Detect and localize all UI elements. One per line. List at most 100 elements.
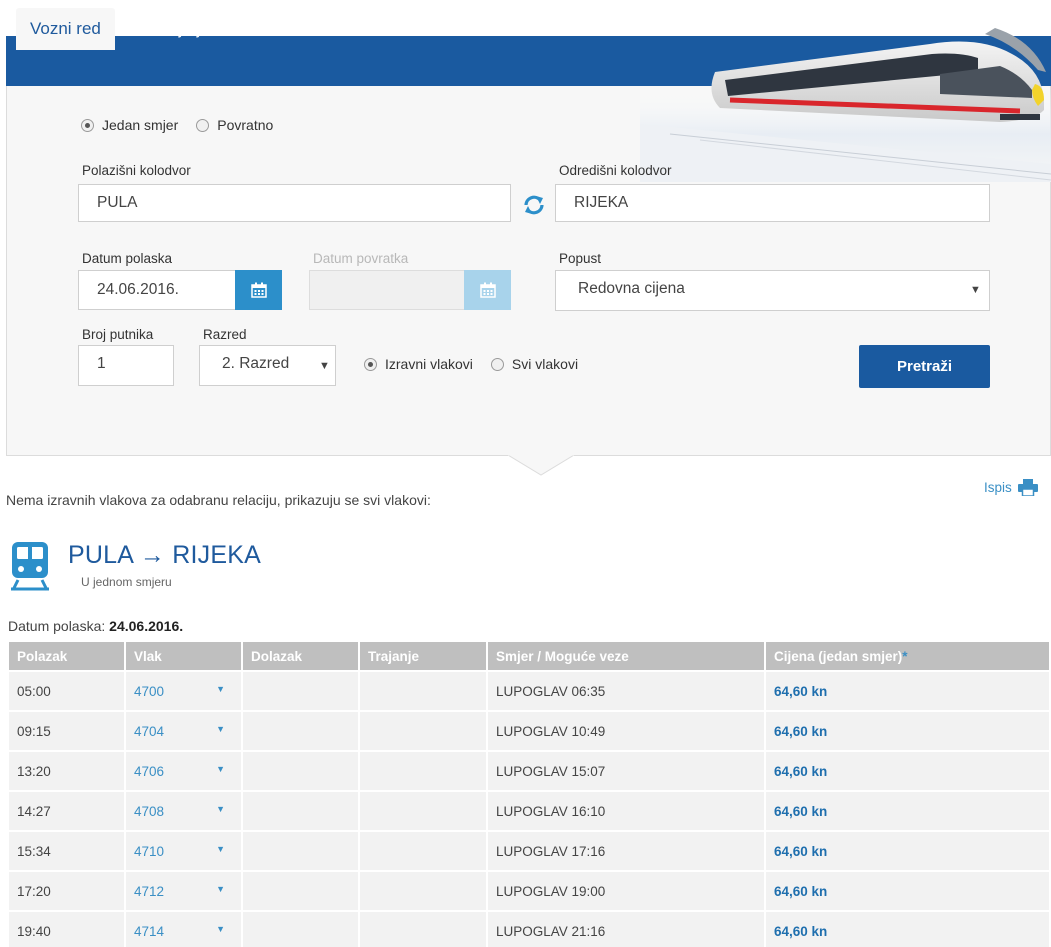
direction: LUPOGLAV 16:10 — [488, 792, 764, 830]
discount-select[interactable]: Redovna cijena — [555, 270, 990, 311]
date-line-label: Datum polaska: — [8, 618, 106, 634]
train-icon — [11, 542, 49, 591]
train-cell: 4712 ▼ — [126, 872, 241, 910]
duration — [360, 872, 486, 910]
table-row: 17:20 4712 ▼ LUPOGLAV 19:00 64,60 kn — [9, 872, 1049, 910]
col-price: Cijena (jedan smjer)* — [766, 642, 1049, 670]
return-date-input — [309, 270, 465, 310]
date-line-value: 24.06.2016. — [109, 618, 184, 634]
route-title: PULA → RIJEKA — [68, 541, 261, 569]
tab-po-kolodvorima[interactable]: Po kolodvorima — [288, 8, 433, 50]
train-cell: 4714 ▼ — [126, 912, 241, 947]
price-link[interactable]: 64,60 kn — [774, 844, 827, 859]
table-row: 09:15 4704 ▼ LUPOGLAV 10:49 64,60 kn — [9, 712, 1049, 750]
one-way-radio[interactable] — [81, 118, 94, 132]
return-calendar-button — [464, 270, 511, 310]
price-link[interactable]: 64,60 kn — [774, 724, 827, 739]
passengers-input[interactable]: 1 — [78, 345, 174, 386]
class-select[interactable]: 2. Razred — [199, 345, 336, 386]
train-number-link[interactable]: 4712 — [134, 884, 164, 899]
search-button[interactable]: Pretraži — [859, 345, 990, 388]
train-cell: 4708 ▼ — [126, 792, 241, 830]
route-subtitle: U jednom smjeru — [81, 575, 172, 589]
train-cell: 4700 ▼ — [126, 672, 241, 710]
train-number-link[interactable]: 4714 — [134, 924, 164, 939]
duration — [360, 672, 486, 710]
col-departure: Polazak — [9, 642, 124, 670]
to-label: Odredišni kolodvor — [559, 163, 672, 178]
discount-label: Popust — [559, 251, 602, 266]
return-date-label: Datum povratka — [313, 251, 409, 266]
price-cell: 64,60 kn — [766, 912, 1049, 947]
to-station-input[interactable]: RIJEKA — [555, 184, 990, 222]
no-direct-trains-notice: Nema izravnih vlakova za odabranu relaci… — [6, 492, 431, 508]
tab-vozni-red[interactable]: Vozni red — [16, 8, 115, 50]
price-cell: 64,60 kn — [766, 832, 1049, 870]
price-link[interactable]: 64,60 kn — [774, 684, 827, 699]
col-arrival: Dolazak — [243, 642, 358, 670]
departure-time: 05:00 — [9, 672, 124, 710]
duration — [360, 752, 486, 790]
train-cell: 4706 ▼ — [126, 752, 241, 790]
arrival-time — [243, 912, 358, 947]
chevron-down-icon: ▼ — [319, 360, 330, 372]
chevron-down-icon[interactable]: ▼ — [216, 804, 225, 814]
table-row: 19:40 4714 ▼ LUPOGLAV 21:16 64,60 kn — [9, 912, 1049, 947]
departure-time: 13:20 — [9, 752, 124, 790]
train-number-link[interactable]: 4704 — [134, 724, 164, 739]
chevron-down-icon[interactable]: ▼ — [216, 684, 225, 694]
from-station-input[interactable]: PULA — [78, 184, 511, 222]
chevron-down-icon[interactable]: ▼ — [216, 764, 225, 774]
timetable: Polazak Vlak Dolazak Trajanje Smjer / Mo… — [7, 640, 1051, 947]
price-link[interactable]: 64,60 kn — [774, 884, 827, 899]
price-link[interactable]: 64,60 kn — [774, 764, 827, 779]
arrival-time — [243, 792, 358, 830]
col-direction: Smjer / Moguće veze — [488, 642, 764, 670]
return-label: Povratno — [217, 117, 274, 133]
departure-time: 19:40 — [9, 912, 124, 947]
train-number-link[interactable]: 4708 — [134, 804, 164, 819]
train-number-link[interactable]: 4710 — [134, 844, 164, 859]
train-number-link[interactable]: 4700 — [134, 684, 164, 699]
departure-date-input[interactable]: 24.06.2016. — [78, 270, 236, 310]
price-cell: 64,60 kn — [766, 752, 1049, 790]
table-header-row: Polazak Vlak Dolazak Trajanje Smjer / Mo… — [9, 642, 1049, 670]
print-link[interactable]: Ispis — [984, 479, 1038, 496]
arrival-time — [243, 712, 358, 750]
chevron-down-icon[interactable]: ▼ — [216, 924, 225, 934]
chevron-down-icon[interactable]: ▼ — [216, 724, 225, 734]
direction: LUPOGLAV 19:00 — [488, 872, 764, 910]
all-trains-radio[interactable] — [490, 357, 504, 371]
calendar-icon — [479, 282, 496, 298]
chevron-down-icon[interactable]: ▼ — [216, 844, 225, 854]
print-label: Ispis — [984, 480, 1012, 495]
train-cell: 4710 ▼ — [126, 832, 241, 870]
departure-time: 17:20 — [9, 872, 124, 910]
class-label: Razred — [203, 327, 247, 342]
arrival-time — [243, 752, 358, 790]
departure-time: 14:27 — [9, 792, 124, 830]
duration — [360, 832, 486, 870]
passengers-label: Broj putnika — [82, 327, 154, 342]
direct-trains-radio[interactable] — [364, 357, 377, 371]
duration — [360, 912, 486, 947]
tab-gdje-je-vlak[interactable]: Gdje je vlak? — [142, 8, 268, 50]
price-link[interactable]: 64,60 kn — [774, 804, 827, 819]
chevron-down-icon[interactable]: ▼ — [216, 884, 225, 894]
chevron-down-icon: ▼ — [970, 284, 981, 296]
table-row: 14:27 4708 ▼ LUPOGLAV 16:10 64,60 kn — [9, 792, 1049, 830]
swap-arrows-icon[interactable] — [521, 192, 547, 218]
calendar-icon — [250, 282, 267, 298]
return-radio[interactable] — [196, 118, 210, 132]
departure-calendar-button[interactable] — [235, 270, 282, 310]
price-asterisk: * — [902, 648, 908, 664]
col-duration: Trajanje — [360, 642, 486, 670]
printer-icon — [1017, 479, 1038, 496]
price-link[interactable]: 64,60 kn — [774, 924, 827, 939]
duration — [360, 792, 486, 830]
train-number-link[interactable]: 4706 — [134, 764, 164, 779]
from-label: Polazišni kolodvor — [82, 163, 191, 178]
price-cell: 64,60 kn — [766, 792, 1049, 830]
departure-time: 15:34 — [9, 832, 124, 870]
arrival-time — [243, 672, 358, 710]
